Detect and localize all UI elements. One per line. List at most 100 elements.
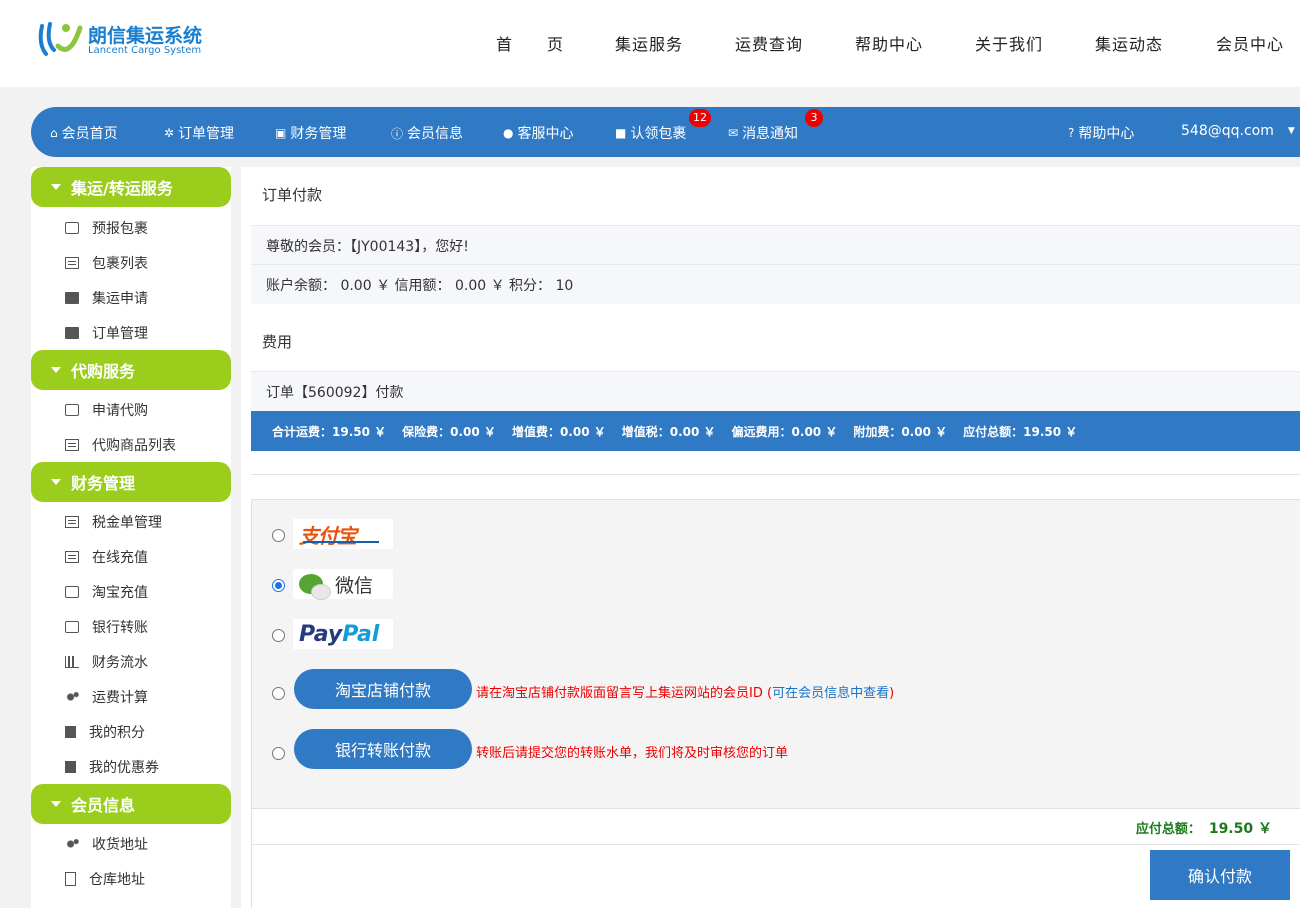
sidebar-item-consolidation[interactable]: 集运申请 [65, 288, 148, 308]
topnav-home[interactable]: 首 页 [496, 31, 564, 55]
topnav-news[interactable]: 集运动态 [1095, 31, 1163, 55]
member-home-link[interactable]: ⌂ 会员首页 [50, 123, 118, 143]
claim-package-link[interactable]: ■ 认领包裹 [615, 123, 686, 143]
sidebar-item-fee-calculator[interactable]: 运费计算 [65, 687, 148, 707]
total-due: 应付总额： 19.50 ￥ [1135, 821, 1272, 837]
book-icon [65, 327, 79, 339]
alipay-logo[interactable]: 支付宝 [293, 519, 393, 549]
customer-service-link[interactable]: ● 客服中心 [503, 123, 573, 143]
document-icon [65, 872, 76, 886]
sidebar-section-purchase[interactable]: 代购服务 [31, 350, 231, 390]
money-icon: ▣ [275, 126, 287, 140]
fee-insurance: 保险费：0.00 ￥ [402, 424, 496, 439]
tasks-icon [65, 551, 79, 563]
fee-breakdown-bar: 合计运费：19.50 ￥ 保险费：0.00 ￥ 增值费：0.00 ￥ 增值税：0… [251, 411, 1300, 451]
payment-methods: 支付宝 微信 PayPal 淘宝店铺付款 请在淘宝店铺付款版面留言写上集运网站的… [251, 499, 1300, 809]
caret-down-icon: ▼ [1287, 126, 1295, 136]
caret-down-icon [51, 479, 61, 485]
topnav-member[interactable]: 会员中心 [1216, 31, 1284, 55]
caret-down-icon [51, 367, 61, 373]
paypal-radio[interactable] [272, 629, 285, 642]
topnav-services[interactable]: 集运服务 [615, 31, 683, 55]
sidebar-item-tax[interactable]: 税金单管理 [65, 512, 162, 532]
fee-surcharge: 附加费：0.00 ￥ [853, 424, 948, 439]
envelope-icon: ✉ [728, 126, 739, 140]
list-icon [65, 439, 79, 451]
gears-icon [65, 838, 79, 850]
claim-badge: 12 [689, 109, 711, 127]
sidebar-item-taobao-recharge[interactable]: 淘宝充值 [65, 582, 148, 602]
sidebar-section-member[interactable]: 会员信息 [31, 784, 231, 824]
finance-manage-link[interactable]: ▣ 财务管理 [275, 123, 346, 143]
alipay-radio[interactable] [272, 529, 285, 542]
taobao-radio[interactable] [272, 687, 285, 700]
member-nav-bar: ⌂ 会员首页 ✲ 订单管理 ▣ 财务管理 ⓘ 会员信息 ● 客服中心 ■ 认领包裹 12 ✉… [31, 107, 1300, 157]
inbox-icon [65, 404, 79, 416]
wechat-logo[interactable]: 微信 [293, 569, 393, 600]
member-info-link[interactable]: ⓘ 会员信息 [391, 123, 463, 143]
divider [251, 474, 1300, 475]
sidebar-item-warehouse[interactable]: 仓库地址 [65, 869, 145, 889]
gift-icon [65, 726, 76, 738]
sidebar-item-forecast[interactable]: 预报包裹 [65, 218, 148, 238]
credit-card-icon [65, 621, 79, 633]
fee-value-added: 增值费：0.00 ￥ [511, 424, 606, 439]
help-center-link[interactable]: ? 帮助中心 [1068, 123, 1134, 143]
paypal-logo[interactable]: PayPal [293, 619, 393, 649]
sidebar-section-shipping[interactable]: 集运/转运服务 [31, 167, 231, 207]
info-icon: ⓘ [391, 126, 404, 141]
sidebar-item-purchase-list[interactable]: 代购商品列表 [65, 435, 176, 455]
wechat-radio[interactable] [272, 579, 285, 592]
sidebar-item-orders[interactable]: 订单管理 [65, 323, 148, 343]
credit-card-icon [65, 586, 79, 598]
truck-icon [65, 292, 79, 304]
topnav-about[interactable]: 关于我们 [975, 31, 1043, 55]
order-payment-line: 订单【560092】付款 [251, 371, 1300, 411]
fee-remote: 偏远费用：0.00 ￥ [731, 424, 838, 439]
sidebar-section-finance[interactable]: 财务管理 [31, 462, 231, 502]
fee-shipping: 合计运费：19.50 ￥ [272, 424, 387, 439]
total-due-value: 19.50 ￥ [1208, 821, 1272, 837]
archive-icon: ■ [615, 126, 627, 140]
user-account-menu[interactable]: 548@qq.com ▼ [1181, 123, 1299, 139]
sidebar: 集运/转运服务 预报包裹 包裹列表 集运申请 订单管理 代购服务 申请代购 代购… [31, 167, 231, 908]
divider [251, 844, 1300, 845]
sidebar-item-bank-transfer[interactable]: 银行转账 [65, 617, 148, 637]
page-title: 订单付款 [262, 186, 323, 204]
inbox-icon [65, 222, 79, 234]
confirm-payment-button[interactable]: 确认付款 [1150, 850, 1290, 900]
gears-icon [65, 691, 79, 703]
sidebar-item-address[interactable]: 收货地址 [65, 834, 148, 854]
sidebar-item-apply-purchase[interactable]: 申请代购 [65, 400, 148, 420]
topnav-shipping-query[interactable]: 运费查询 [735, 31, 803, 55]
tasks-icon [65, 516, 79, 528]
order-manage-link[interactable]: ✲ 订单管理 [164, 123, 234, 143]
site-logo[interactable]: 朗信集运系统 Lancent Cargo System [36, 18, 206, 62]
fee-section-title: 费用 [262, 333, 293, 351]
question-icon: ? [1068, 126, 1075, 140]
bank-radio[interactable] [272, 747, 285, 760]
gift-icon [65, 761, 76, 773]
sidebar-item-package-list[interactable]: 包裹列表 [65, 253, 148, 273]
taobao-note: 请在淘宝店铺付款版面留言写上集运网站的会员ID (可在会员信息中查看) [476, 686, 895, 701]
topnav-help[interactable]: 帮助中心 [855, 31, 923, 55]
caret-down-icon [51, 184, 61, 190]
alipay-underline [303, 541, 379, 543]
sidebar-item-points[interactable]: 我的积分 [65, 722, 145, 742]
sidebar-item-statement[interactable]: 财务流水 [65, 652, 148, 672]
fee-vat: 增值税：0.00 ￥ [621, 424, 716, 439]
user-icon: ● [503, 126, 514, 140]
wechat-icon [299, 574, 331, 600]
sidebar-item-recharge[interactable]: 在线充值 [65, 547, 148, 567]
bank-transfer-button[interactable]: 银行转账付款 [294, 729, 472, 769]
taobao-pay-button[interactable]: 淘宝店铺付款 [294, 669, 472, 709]
logo-mark-icon [38, 22, 83, 56]
main-panel: 订单付款 尊敬的会员：【JY00143】，您好! 账户余额： 0.00 ￥ 信用… [241, 167, 1300, 908]
messages-link[interactable]: ✉ 消息通知 [728, 123, 798, 143]
home-icon: ⌂ [50, 126, 58, 140]
bar-chart-icon [65, 656, 79, 668]
fee-total: 应付总额：19.50 ￥ [963, 424, 1078, 439]
member-info-help-link[interactable]: 可在会员信息中查看 [772, 686, 889, 701]
logo-subtitle: Lancent Cargo System [88, 45, 202, 56]
sidebar-item-coupons[interactable]: 我的优惠券 [65, 757, 159, 777]
